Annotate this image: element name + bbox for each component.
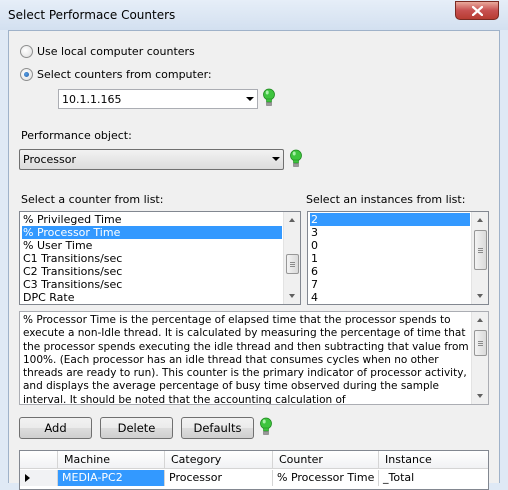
- instance-item[interactable]: 1: [310, 252, 470, 265]
- instance-item-selected[interactable]: 2: [310, 213, 470, 226]
- counter-item[interactable]: C1 Transitions/sec: [22, 252, 282, 265]
- computer-status-lightbulb-icon: [263, 88, 275, 106]
- counter-description-text: % Processor Time is the percentage of el…: [23, 314, 469, 405]
- performance-object-value: Processor: [23, 153, 76, 166]
- instance-item[interactable]: 7: [310, 278, 470, 291]
- grid-cell-instance[interactable]: _Total: [379, 470, 488, 486]
- instance-list-label: Select an instances from list:: [306, 193, 466, 206]
- scroll-down-icon[interactable]: [477, 394, 483, 398]
- instance-item[interactable]: 6: [310, 265, 470, 278]
- counter-item[interactable]: % Privileged Time: [22, 213, 282, 226]
- grid-cell-category[interactable]: Processor: [165, 470, 273, 486]
- object-status-lightbulb-icon: [290, 149, 302, 167]
- counter-item[interactable]: C3 Transitions/sec: [22, 278, 282, 291]
- computer-combo[interactable]: 10.1.1.165: [58, 89, 258, 109]
- grid-header-instance[interactable]: Instance: [379, 451, 488, 469]
- grid-header-counter[interactable]: Counter: [273, 451, 379, 469]
- grid-row-header-corner: [20, 451, 58, 469]
- defaults-button[interactable]: Defaults: [181, 417, 254, 439]
- counter-listbox[interactable]: % Privileged Time % Processor Time % Use…: [19, 211, 301, 305]
- row-pointer-icon: [25, 474, 30, 482]
- remote-counters-label[interactable]: Select counters from computer:: [37, 68, 212, 81]
- instance-item[interactable]: 0: [310, 239, 470, 252]
- counter-item[interactable]: C2 Transitions/sec: [22, 265, 282, 278]
- computer-value: 10.1.1.165: [62, 93, 122, 106]
- scroll-up-icon[interactable]: [477, 318, 483, 322]
- performance-object-label: Performance object:: [21, 129, 132, 142]
- counter-list-scrollbar[interactable]: [283, 212, 300, 304]
- scroll-down-icon[interactable]: [289, 294, 295, 298]
- scroll-down-icon[interactable]: [477, 294, 483, 298]
- grid-header-machine[interactable]: Machine: [58, 451, 165, 469]
- title-bar: Select Performace Counters: [0, 0, 508, 30]
- scroll-thumb[interactable]: [474, 330, 487, 356]
- close-button[interactable]: [455, 1, 499, 20]
- description-scrollbar[interactable]: [471, 312, 488, 404]
- window-title: Select Performace Counters: [8, 8, 176, 22]
- scroll-up-icon[interactable]: [289, 218, 295, 222]
- grid-cell-machine[interactable]: MEDIA-PC2: [58, 470, 165, 486]
- instance-listbox[interactable]: 2 3 0 1 6 7 4: [307, 211, 489, 305]
- delete-button[interactable]: Delete: [100, 417, 173, 439]
- grid-row-selector[interactable]: [20, 470, 58, 486]
- counter-item[interactable]: % User Time: [22, 239, 282, 252]
- counter-description-box[interactable]: % Processor Time is the percentage of el…: [19, 311, 489, 405]
- counter-list-label: Select a counter from list:: [21, 193, 164, 206]
- scroll-up-icon[interactable]: [477, 218, 483, 222]
- grid-header-category[interactable]: Category: [165, 451, 273, 469]
- defaults-status-lightbulb-icon: [260, 417, 272, 435]
- grid-cell-counter[interactable]: % Processor Time: [273, 470, 379, 486]
- scroll-thumb[interactable]: [474, 230, 487, 270]
- counter-item[interactable]: DPC Rate: [22, 291, 282, 304]
- counter-item-selected[interactable]: % Processor Time: [22, 226, 282, 239]
- performance-object-combo[interactable]: Processor: [19, 149, 284, 170]
- instance-item[interactable]: 4: [310, 291, 470, 304]
- close-icon: [471, 5, 483, 16]
- instance-item[interactable]: 3: [310, 226, 470, 239]
- scroll-thumb[interactable]: [286, 254, 299, 274]
- local-counters-radio[interactable]: [20, 45, 33, 58]
- local-counters-label[interactable]: Use local computer counters: [37, 45, 195, 58]
- add-button[interactable]: Add: [19, 417, 92, 439]
- dialog-body: Use local computer counters Select count…: [8, 30, 500, 490]
- chevron-down-icon: [272, 157, 280, 161]
- instance-list-scrollbar[interactable]: [471, 212, 488, 304]
- chevron-down-icon: [246, 97, 254, 101]
- selected-counters-grid[interactable]: Machine Category Counter Instance MEDIA-…: [19, 450, 489, 490]
- remote-counters-radio[interactable]: [20, 68, 33, 81]
